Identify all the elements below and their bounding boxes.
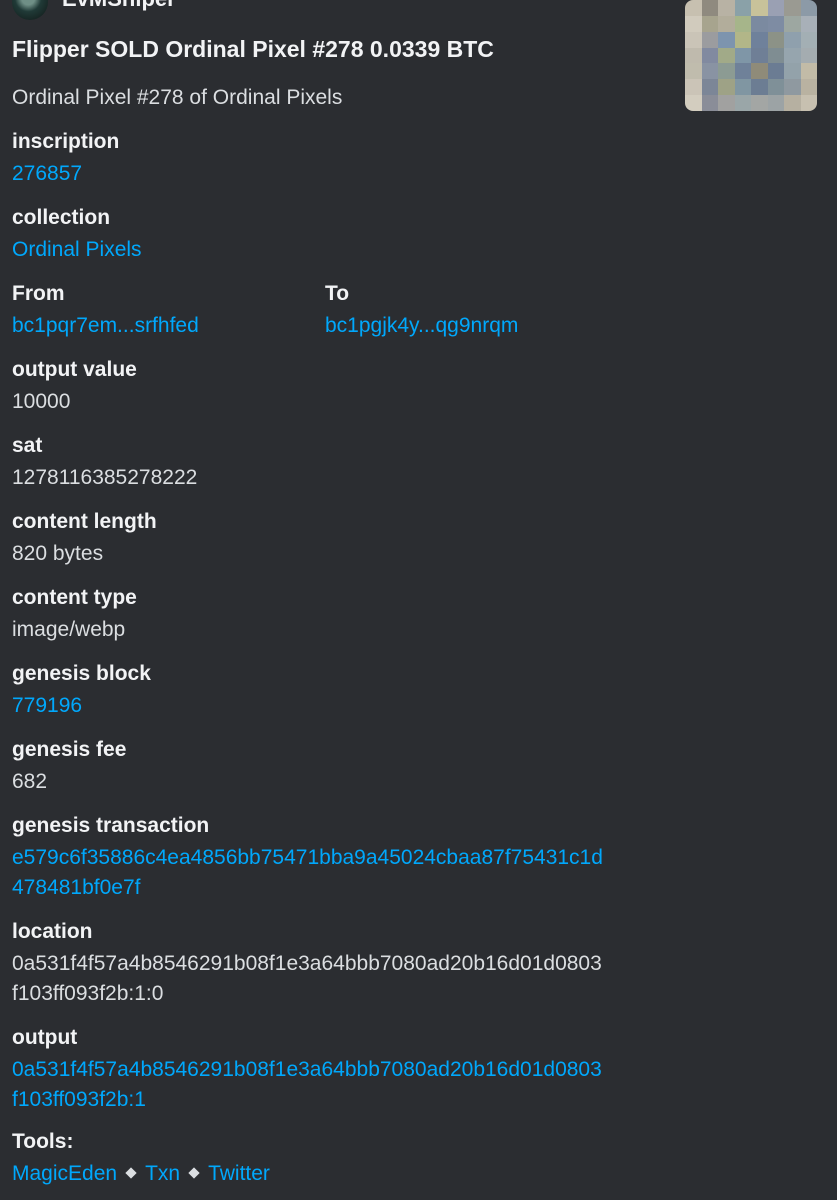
field-value: 682: [12, 770, 48, 793]
nft-thumbnail-image[interactable]: [685, 0, 817, 111]
genesis-block-link[interactable]: 779196: [12, 691, 151, 721]
field-label: genesis transaction: [12, 814, 210, 837]
field-label: content type: [12, 586, 137, 609]
field-genesis-fee: genesis fee 682: [12, 736, 126, 797]
output-link[interactable]: 0a531f4f57a4b8546291b08f1e3a64bbb7080ad2…: [12, 1055, 602, 1115]
field-value: image/webp: [12, 618, 126, 641]
field-inscription: inscription 276857: [12, 128, 119, 189]
field-label: genesis fee: [12, 738, 127, 761]
field-label: output: [12, 1026, 78, 1049]
field-location: location 0a531f4f57a4b8546291b08f1e3a64b…: [12, 918, 602, 1009]
collection-link[interactable]: Ordinal Pixels: [12, 235, 142, 265]
genesis-transaction-line-2[interactable]: 478481bf0e7f: [12, 873, 603, 903]
output-line-1[interactable]: 0a531f4f57a4b8546291b08f1e3a64bbb7080ad2…: [12, 1055, 602, 1085]
inscription-link[interactable]: 276857: [12, 159, 119, 189]
field-content-length: content length 820 bytes: [12, 508, 157, 569]
location-line-1: 0a531f4f57a4b8546291b08f1e3a64bbb7080ad2…: [12, 952, 602, 975]
field-label: From: [12, 282, 65, 305]
author-row: EvMSniper: [12, 0, 176, 20]
tools-label: Tools:: [12, 1130, 74, 1153]
author-name[interactable]: EvMSniper: [62, 0, 176, 10]
field-sat: sat 1278116385278222: [12, 432, 197, 493]
field-value: 0a531f4f57a4b8546291b08f1e3a64bbb7080ad2…: [12, 949, 602, 1009]
field-genesis-transaction: genesis transaction e579c6f35886c4ea4856…: [12, 812, 603, 903]
magiceden-link[interactable]: MagicEden: [12, 1162, 117, 1185]
field-genesis-block: genesis block 779196: [12, 660, 151, 721]
field-value: 820 bytes: [12, 542, 104, 565]
to-address-link[interactable]: bc1pgjk4y...qg9nrqm: [325, 311, 518, 341]
tools-section: Tools: MagicEden Txn Twitter: [12, 1128, 270, 1189]
from-address-link[interactable]: bc1pqr7em...srfhfed: [12, 311, 199, 341]
field-label: location: [12, 920, 93, 943]
field-content-type: content type image/webp: [12, 584, 137, 645]
field-from: From bc1pqr7em...srfhfed: [12, 280, 199, 341]
field-label: genesis block: [12, 662, 151, 685]
field-label: output value: [12, 358, 137, 381]
embed-description: Ordinal Pixel #278 of Ordinal Pixels: [12, 86, 343, 109]
field-label: content length: [12, 510, 157, 533]
txn-link[interactable]: Txn: [145, 1162, 180, 1185]
tools-links-row: MagicEden Txn Twitter: [12, 1159, 270, 1189]
field-label: sat: [12, 434, 43, 457]
field-label: To: [325, 282, 350, 305]
field-output-value: output value 10000: [12, 356, 137, 417]
field-value: 1278116385278222: [12, 466, 198, 489]
genesis-transaction-link[interactable]: e579c6f35886c4ea4856bb75471bba9a45024cba…: [12, 843, 603, 903]
field-output: output 0a531f4f57a4b8546291b08f1e3a64bbb…: [12, 1024, 602, 1115]
author-avatar[interactable]: [12, 0, 48, 20]
field-label: inscription: [12, 130, 120, 153]
genesis-transaction-line-1[interactable]: e579c6f35886c4ea4856bb75471bba9a45024cba…: [12, 843, 603, 873]
location-line-2: f103ff093f2b:1:0: [12, 982, 164, 1005]
field-value: 10000: [12, 390, 71, 413]
output-line-2[interactable]: f103ff093f2b:1: [12, 1085, 602, 1115]
embed-title[interactable]: Flipper SOLD Ordinal Pixel #278 0.0339 B…: [12, 36, 494, 63]
separator-diamond-icon: [125, 1167, 137, 1179]
field-label: collection: [12, 206, 111, 229]
field-to: To bc1pgjk4y...qg9nrqm: [325, 280, 518, 341]
discord-embed-page: EvMSniper Flipper SOLD Ordinal Pixel #27…: [0, 0, 837, 1200]
field-collection: collection Ordinal Pixels: [12, 204, 142, 265]
twitter-link[interactable]: Twitter: [208, 1162, 270, 1185]
separator-diamond-icon: [188, 1167, 200, 1179]
